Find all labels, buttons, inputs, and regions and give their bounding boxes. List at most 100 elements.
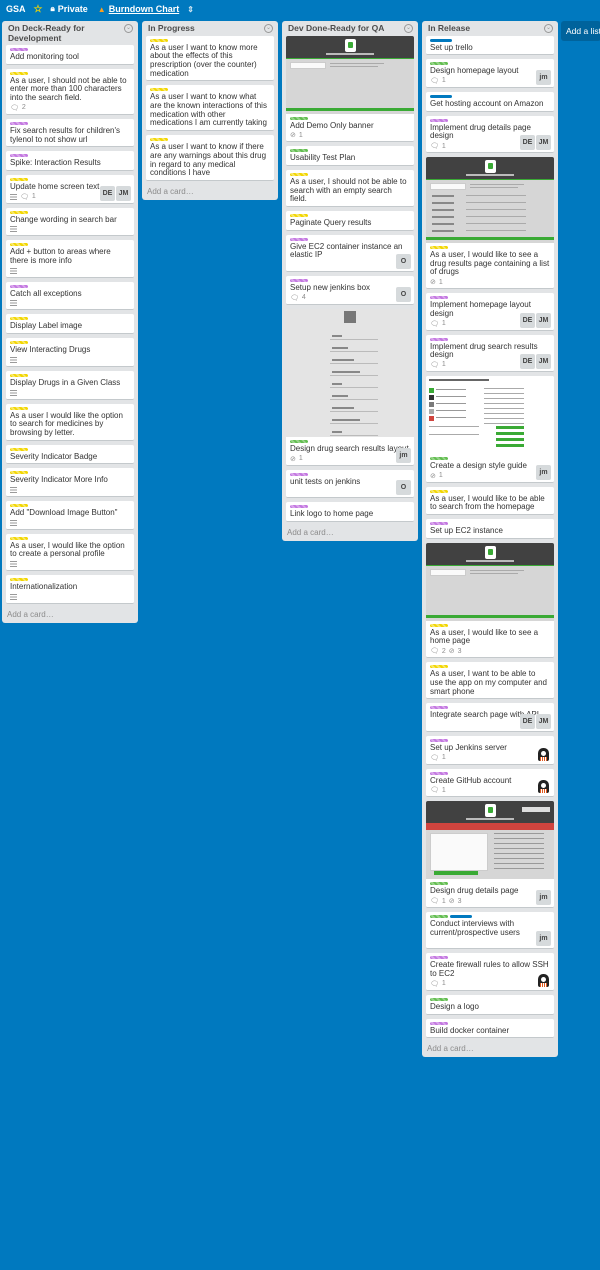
list-title[interactable]: On Deck-Ready for Development [8, 23, 124, 43]
card[interactable]: Fix search results for children's tyleno… [6, 118, 134, 148]
card[interactable]: Design drug search results layout ⊘ 1 jm [286, 308, 414, 466]
card[interactable]: As a user, I should not be able to enter… [6, 68, 134, 115]
member-initials[interactable]: JM [536, 713, 551, 729]
member-initials[interactable]: jm [536, 890, 551, 906]
card-badges: ⊘ 1 [290, 455, 410, 463]
member-initials[interactable]: jm [396, 447, 411, 463]
description-icon [10, 389, 17, 396]
card-labels [430, 665, 550, 669]
label-yellow [430, 489, 448, 493]
card[interactable]: As a user, I would like to be able to se… [426, 486, 554, 516]
card[interactable]: As a user I want to know if there are an… [146, 135, 274, 181]
member-initials[interactable]: DE [520, 135, 535, 151]
chevron-down-icon[interactable]: ⌄ [124, 24, 133, 33]
add-card-button[interactable]: Add a card… [6, 608, 134, 623]
card[interactable]: As a user, I would like the option to cr… [6, 533, 134, 572]
card[interactable]: Add + button to areas where there is mor… [6, 240, 134, 278]
card[interactable]: As a user, I want to be able to use the … [426, 662, 554, 700]
card-title: As a user, I would like the option to cr… [10, 540, 125, 559]
add-card-button[interactable]: Add a card… [286, 526, 414, 541]
burndown-chart-link[interactable]: Burndown Chart [109, 4, 180, 14]
card[interactable]: Build docker container [426, 1018, 554, 1039]
card[interactable]: Display Label image [6, 314, 134, 335]
card[interactable]: Setup new jenkins box 🗨︎ 4 O [286, 276, 414, 305]
card[interactable]: Add "Download Image Button" [6, 501, 134, 530]
member-initials[interactable]: jm [536, 464, 551, 480]
board-title[interactable]: GSA [6, 4, 26, 14]
card[interactable]: Create firewall rules to allow SSH to EC… [426, 953, 554, 991]
star-icon[interactable]: ☆ [34, 4, 43, 15]
card[interactable]: Design homepage layout 🗨︎ 1 jm [426, 59, 554, 88]
card[interactable]: View Interacting Drugs [6, 338, 134, 367]
card[interactable]: Display Drugs in a Given Class [6, 370, 134, 400]
card[interactable]: As a user I want to know more about the … [146, 35, 274, 82]
member-initials[interactable]: O [396, 254, 411, 270]
add-list-button[interactable]: Add a list... [561, 21, 600, 41]
member-initials[interactable]: JM [116, 185, 131, 201]
card[interactable]: Give EC2 container instance an elastic I… [286, 234, 414, 273]
card-title: As a user, I should not be able to enter… [10, 75, 127, 103]
chevron-down-icon[interactable]: ⌄ [404, 24, 413, 33]
card[interactable]: Internationalization [6, 575, 134, 604]
member-avatar[interactable] [536, 779, 551, 795]
member-initials[interactable]: DE [520, 312, 535, 328]
member-initials[interactable]: JM [536, 135, 551, 151]
card[interactable]: Get hosting account on Amazon [426, 91, 554, 112]
card[interactable]: Conduct interviews with current/prospect… [426, 912, 554, 950]
member-initials[interactable]: JM [536, 312, 551, 328]
card-labels [290, 149, 410, 153]
member-initials[interactable]: DE [100, 185, 115, 201]
add-card-button[interactable]: Add a card… [426, 1042, 554, 1057]
card[interactable]: Paginate Query results [286, 211, 414, 231]
card[interactable]: Catch all exceptions [6, 281, 134, 311]
card[interactable]: As a user I would like the option to sea… [6, 403, 134, 441]
card[interactable]: Implement homepage layout design 🗨︎ 1 DE JM [426, 293, 554, 331]
fire-icon: ▲ [97, 4, 106, 14]
card[interactable]: Create a design style guide ⊘ 1 jm [426, 375, 554, 483]
member-initials[interactable]: jm [536, 69, 551, 85]
card[interactable]: As a user, I should not be able to searc… [286, 169, 414, 208]
member-initials[interactable]: O [396, 286, 411, 302]
member-initials[interactable]: O [396, 480, 411, 496]
card[interactable]: Implement drug details page design 🗨︎ 1 DE J… [426, 115, 554, 154]
card[interactable]: As a user I want to know what are the kn… [146, 85, 274, 132]
card[interactable]: Usability Test Plan [286, 146, 414, 166]
list-title[interactable]: Dev Done-Ready for QA [288, 23, 384, 34]
card[interactable]: Integrate search page with API DE JM [426, 703, 554, 732]
chevron-updown-icon[interactable]: ⇕ [187, 5, 194, 14]
card[interactable]: Update home screen text 🗨︎ 1 DE JM [6, 174, 134, 204]
card[interactable]: Add monitoring tool [6, 45, 134, 65]
label-yellow [10, 373, 28, 377]
list-title[interactable]: In Progress [148, 23, 195, 34]
card-badges: 🗨︎ 1 [430, 77, 550, 85]
member-initials[interactable]: DE [520, 713, 535, 729]
card-title: As a user, I would like to see a drug re… [430, 250, 550, 277]
card[interactable]: Design a logo [426, 994, 554, 1015]
card[interactable]: Add Demo Only banner ⊘ 1 [286, 35, 414, 143]
member-initials[interactable]: jm [536, 931, 551, 947]
member-initials[interactable]: JM [536, 353, 551, 369]
card[interactable]: Spike: Interaction Results [6, 151, 134, 171]
member-avatar[interactable] [536, 972, 551, 988]
card[interactable]: unit tests on jenkins O [286, 469, 414, 499]
card[interactable]: Change wording in search bar [6, 207, 134, 237]
card[interactable]: Set up Jenkins server 🗨︎ 1 [426, 735, 554, 765]
member-avatar[interactable] [536, 746, 551, 762]
card[interactable]: Set up trello [426, 35, 554, 56]
chevron-down-icon[interactable]: ⌄ [264, 24, 273, 33]
card[interactable]: Set up EC2 instance [426, 519, 554, 539]
chevron-down-icon[interactable]: ⌄ [544, 24, 553, 33]
card[interactable]: Design drug details page 🗨︎ 1 ⊘ 3 jm [426, 801, 554, 909]
visibility-button[interactable]: Private [58, 4, 88, 14]
member-initials[interactable]: DE [520, 353, 535, 369]
card[interactable]: As a user, I would like to see a home pa… [426, 542, 554, 659]
add-card-button[interactable]: Add a card… [146, 185, 274, 200]
card[interactable]: Create GitHub account 🗨︎ 1 [426, 768, 554, 798]
card[interactable]: Implement drug search results design 🗨︎ 1 D… [426, 334, 554, 372]
card[interactable]: As a user, I would like to see a drug re… [426, 157, 554, 290]
card-members: jm [536, 69, 551, 85]
card[interactable]: Link logo to home page [286, 502, 414, 522]
list-title[interactable]: In Release [428, 23, 470, 34]
card[interactable]: Severity Indicator More Info [6, 468, 134, 498]
card[interactable]: Severity Indicator Badge [6, 444, 134, 465]
